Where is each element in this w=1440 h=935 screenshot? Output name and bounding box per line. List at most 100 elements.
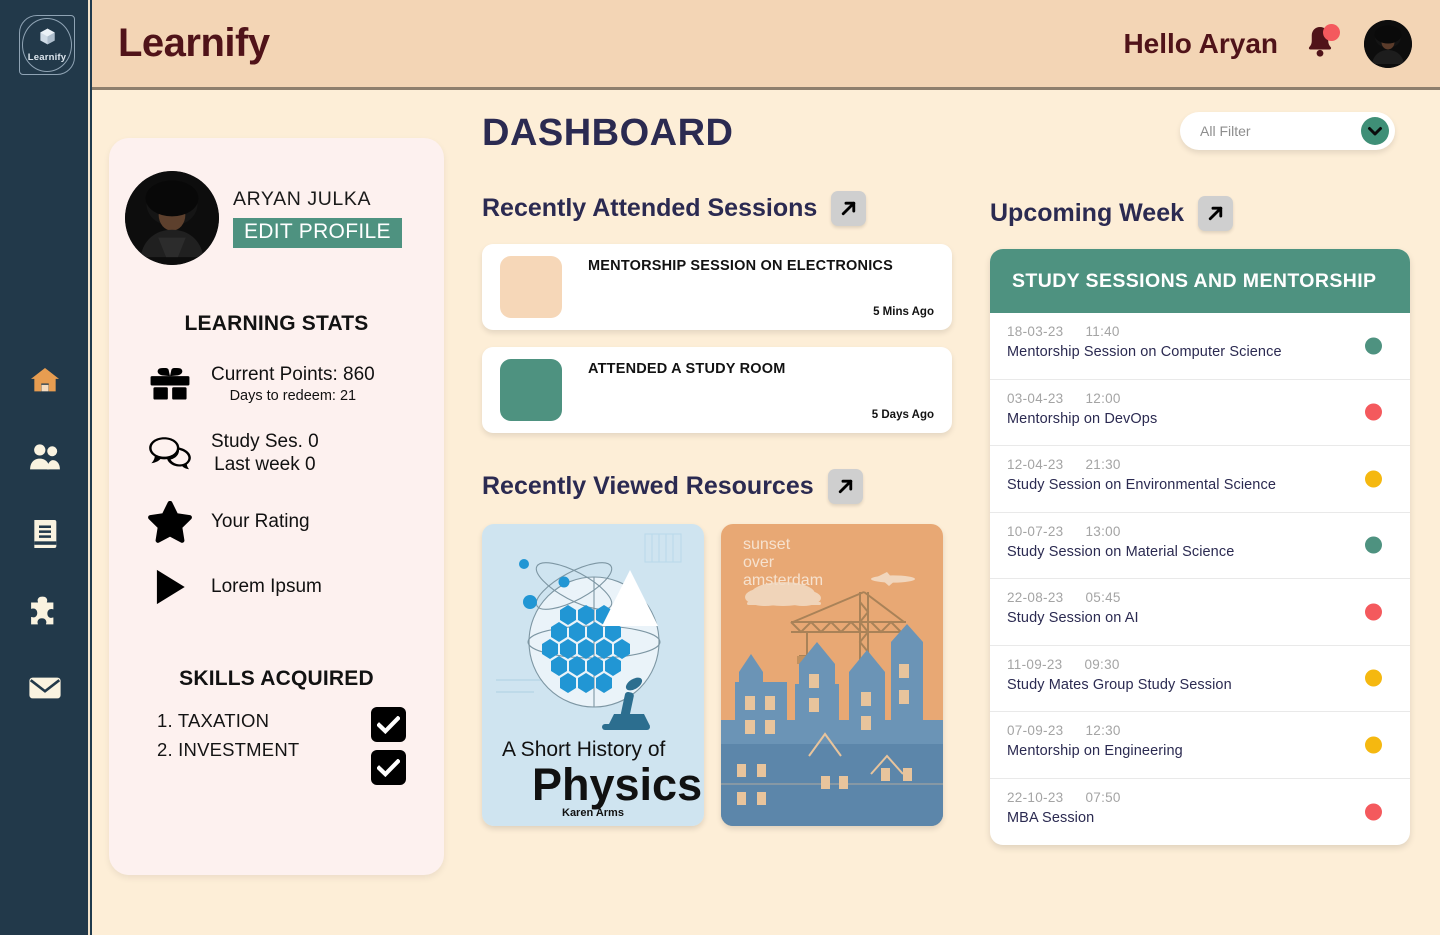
- schedule-title: Study Session on AI: [1007, 610, 1139, 626]
- schedule-row[interactable]: 22-08-23 05:45 Study Session on AI: [990, 579, 1410, 646]
- stat-row-rating: Your Rating: [109, 501, 444, 543]
- sidebar-item-messages[interactable]: [22, 668, 68, 708]
- schedule-time: 11:40: [1085, 324, 1120, 339]
- top-header: Learnify Hello Aryan: [92, 0, 1440, 90]
- check-icon: [377, 758, 400, 777]
- schedule-time: 05:45: [1085, 590, 1121, 605]
- play-icon: [141, 567, 199, 607]
- status-dot: [1365, 470, 1382, 488]
- stat-text-rating: Your Rating: [211, 510, 310, 534]
- schedule-title: Study Session on Environmental Science: [1007, 477, 1276, 493]
- schedule-row-meta: 10-07-23 13:00: [1007, 524, 1410, 539]
- header-avatar[interactable]: [1364, 19, 1412, 68]
- session-timestamp: 5 Mins Ago: [873, 306, 934, 318]
- svg-text:over: over: [743, 554, 775, 571]
- attended-sessions-expand-button[interactable]: [831, 191, 867, 226]
- schedule-date: 12-04-23: [1007, 457, 1064, 472]
- chevron-down-icon: [1361, 117, 1389, 145]
- schedule-date: 07-09-23: [1007, 723, 1064, 738]
- status-dot: [1365, 603, 1382, 621]
- skill-checkbox[interactable]: [371, 750, 406, 786]
- header-actions: Hello Aryan: [1123, 19, 1412, 68]
- svg-text:Karen Arms: Karen Arms: [562, 807, 624, 819]
- schedule-row[interactable]: 18-03-23 11:40 Mentorship Session on Com…: [990, 313, 1410, 380]
- schedule-row[interactable]: 11-09-23 09:30 Study Mates Group Study S…: [990, 646, 1410, 712]
- schedule-time: 07:50: [1085, 789, 1121, 805]
- stat-sessions-sub: Last week 0: [214, 454, 316, 476]
- schedule-row[interactable]: 22-10-23 07:50 MBA Session: [990, 779, 1410, 846]
- schedule-title: Study Mates Group Study Session: [1007, 676, 1232, 693]
- schedule-title: MBA Session: [1007, 809, 1095, 826]
- schedule-row-meta: 18-03-23 11:40: [1007, 324, 1410, 339]
- schedule-row-meta: 03-04-23 12:00: [1007, 391, 1410, 406]
- schedule-row[interactable]: 10-07-23 13:00 Study Session on Material…: [990, 513, 1410, 579]
- skills-acquired-title: SKILLS ACQUIRED: [179, 667, 374, 691]
- notification-bell-button[interactable]: [1304, 23, 1340, 63]
- sidebar-item-home[interactable]: [22, 360, 68, 400]
- people-icon: [30, 444, 60, 470]
- schedule-row[interactable]: 07-09-23 12:30 Mentorship on Engineering: [990, 712, 1410, 779]
- viewed-resources-heading: Recently Viewed Resources: [482, 472, 814, 500]
- upcoming-week-expand-button[interactable]: [1198, 196, 1234, 231]
- skills-body: 1. TAXATION 2. INVESTMENT: [109, 707, 444, 786]
- amsterdam-book-cover: sunset over amsterdam: [721, 524, 943, 826]
- session-body: ATTENDED A STUDY ROOM 5 Days Ago: [588, 359, 934, 421]
- viewed-resources-list: A Short History of Physics Karen Arms su…: [482, 524, 952, 826]
- schedule-row[interactable]: 12-04-23 21:30 Study Session on Environm…: [990, 446, 1410, 513]
- schedule-date: 22-08-23: [1007, 590, 1064, 605]
- status-dot: [1365, 669, 1382, 687]
- sidebar-item-puzzle[interactable]: [22, 591, 68, 631]
- schedule-date: 18-03-23: [1007, 324, 1064, 339]
- dashboard-main-column: DASHBOARD Recently Attended Sessions MEN…: [482, 112, 952, 826]
- stat-row-sessions: Study Ses. 0 Last week 0: [109, 430, 444, 478]
- profile-avatar: [125, 171, 219, 265]
- filter-label: All Filter: [1200, 123, 1251, 139]
- skills-list: 1. TAXATION 2. INVESTMENT: [157, 707, 299, 764]
- profile-card: ARYAN JULKA EDIT PROFILE LEARNING STATS: [109, 138, 444, 875]
- physics-book-cover: A Short History of Physics Karen Arms: [482, 524, 704, 826]
- session-body: MENTORSHIP SESSION ON ELECTRONICS 5 Mins…: [588, 256, 934, 318]
- session-card[interactable]: MENTORSHIP SESSION ON ELECTRONICS 5 Mins…: [482, 244, 952, 330]
- session-timestamp: 5 Days Ago: [871, 409, 934, 421]
- schedule-date: 22-10-23: [1007, 789, 1064, 805]
- logo-badge-text: Learnify: [27, 52, 67, 63]
- greeting-text: Hello Aryan: [1123, 27, 1278, 59]
- app-logo-badge[interactable]: Learnify: [16, 10, 78, 80]
- schedule-date: 10-07-23: [1007, 523, 1064, 539]
- envelope-icon: [29, 677, 61, 699]
- page-title: DASHBOARD: [482, 112, 734, 154]
- chat-bubbles-icon: [141, 435, 199, 471]
- upcoming-week-heading: Upcoming Week: [990, 199, 1185, 227]
- schedule-row-meta: 22-08-23 05:45: [1007, 590, 1410, 605]
- schedule-panel-title: STUDY SESSIONS AND MENTORSHIP: [990, 249, 1410, 313]
- stat-points-value: Current Points: 860: [211, 364, 375, 385]
- schedule-time: 12:00: [1085, 390, 1121, 406]
- sidebar-item-community[interactable]: [22, 437, 68, 477]
- check-icon: [377, 715, 400, 734]
- stat-text-lorem: Lorem Ipsum: [211, 575, 322, 599]
- schedule-time: 09:30: [1084, 656, 1120, 672]
- edit-profile-button[interactable]: EDIT PROFILE: [233, 218, 402, 248]
- schedule-date: 11-09-23: [1007, 656, 1063, 672]
- schedule-title: Study Session on Material Science: [1007, 543, 1235, 560]
- status-dot: [1365, 803, 1382, 821]
- sidebar-item-library[interactable]: [22, 514, 68, 554]
- resource-card-amsterdam[interactable]: sunset over amsterdam: [721, 524, 943, 826]
- schedule-row[interactable]: 03-04-23 12:00 Mentorship on DevOps: [990, 380, 1410, 446]
- session-card[interactable]: ATTENDED A STUDY ROOM 5 Days Ago: [482, 347, 952, 433]
- learning-stats-title: LEARNING STATS: [184, 312, 369, 335]
- stat-row-points: Current Points: 860 Days to redeem: 21: [109, 363, 444, 406]
- schedule-title: Mentorship on DevOps: [1007, 410, 1158, 427]
- filter-dropdown[interactable]: All Filter: [1180, 112, 1395, 150]
- book-icon: [34, 520, 57, 548]
- resource-card-physics[interactable]: A Short History of Physics Karen Arms: [482, 524, 704, 826]
- stat-text-points: Current Points: 860 Days to redeem: 21: [211, 363, 375, 406]
- profile-name: ARYAN JULKA: [233, 188, 372, 210]
- viewed-resources-expand-button[interactable]: [827, 469, 863, 504]
- sidebar: Learnify: [0, 0, 90, 935]
- session-title: MENTORSHIP SESSION ON ELECTRONICS: [588, 258, 893, 274]
- notification-badge-dot: [1323, 23, 1340, 41]
- expand-arrow-icon: [838, 479, 852, 494]
- stat-rating-value: Your Rating: [211, 511, 310, 533]
- skill-checkbox[interactable]: [371, 707, 406, 743]
